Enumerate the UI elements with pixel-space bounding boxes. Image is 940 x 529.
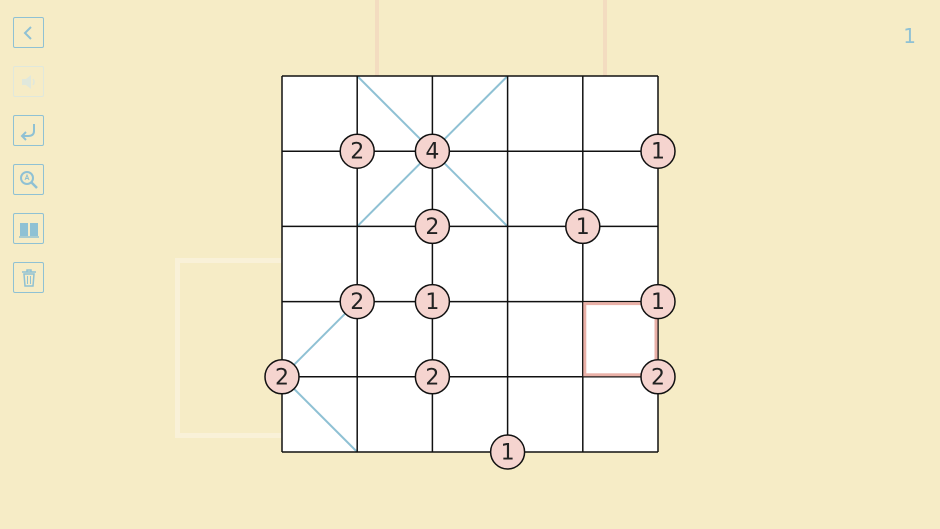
clue-number: 1 [425, 290, 439, 315]
clue-number: 1 [576, 215, 590, 240]
puzzle-board: 2 4 1 2 1 2 1 1 2 2 2 1 [0, 0, 940, 529]
clue-number: 2 [350, 290, 364, 315]
clue-number: 2 [425, 215, 439, 240]
clue-number: 1 [501, 441, 515, 466]
clue-number: 1 [651, 140, 665, 165]
clue-number: 4 [425, 140, 439, 165]
clue-number: 2 [350, 140, 364, 165]
clue-number: 2 [275, 365, 289, 390]
clue-number: 2 [425, 365, 439, 390]
grid-cell[interactable] [507, 76, 583, 152]
puzzle-grid: 2 4 1 2 1 2 1 1 2 2 2 1 [264, 75, 676, 470]
grid-cell[interactable] [507, 301, 583, 377]
clue-number: 2 [651, 365, 665, 390]
clue-number: 1 [651, 290, 665, 315]
